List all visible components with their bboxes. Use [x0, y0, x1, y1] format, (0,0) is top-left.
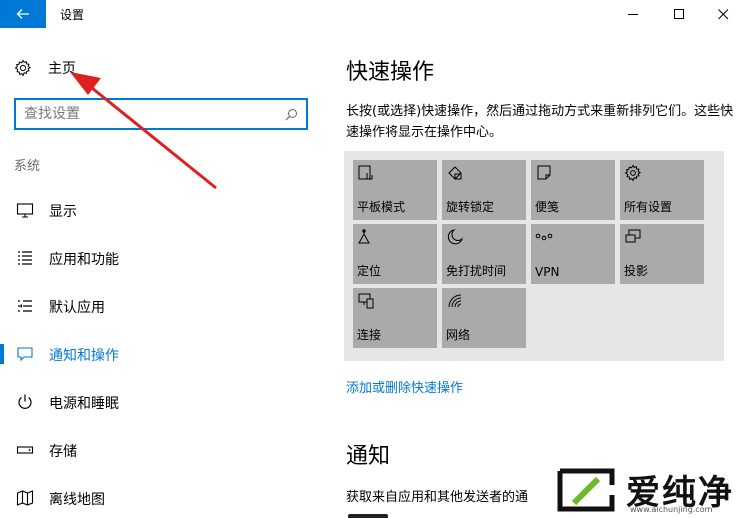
connect-icon [358, 293, 374, 309]
network-icon [448, 294, 462, 308]
sidebar-item-label: 存储 [49, 444, 77, 460]
close-button[interactable] [700, 0, 746, 28]
notification-icon [17, 347, 33, 362]
sidebar-item-display[interactable]: 显示 [0, 190, 330, 230]
tile-quiet-hours[interactable]: 免打扰时间 [442, 224, 526, 284]
tile-label: 平板模式 [357, 200, 406, 214]
main-content: 快速操作 长按(或选择)快速操作，然后通过拖动方式来重新排列它们。这些快速操作将… [330, 28, 746, 518]
sidebar-item-default-apps[interactable]: 默认应用 [0, 286, 330, 326]
minimize-icon [627, 13, 638, 15]
add-remove-quick-actions-link[interactable]: 添加或删除快速操作 [346, 377, 463, 396]
tile-label: VPN [535, 265, 560, 279]
tile-label: 旋转锁定 [446, 200, 495, 214]
watermark-url: www.aichunjing.com [630, 505, 713, 514]
window-title: 设置 [60, 8, 85, 22]
quick-actions-description: 长按(或选择)快速操作，然后通过拖动方式来重新排列它们。这些快速操作将显示在操作… [346, 104, 734, 140]
home-link[interactable]: 主页 [14, 56, 76, 80]
minimize-button[interactable] [610, 0, 656, 28]
tile-tablet-mode[interactable]: 平板模式 [353, 160, 437, 220]
notifications-toggle[interactable] [348, 514, 388, 518]
quick-actions-panel: 平板模式 旋转锁定 便笺 所有设置 定位 免打扰时间 VPN 投影 连接 网络 [344, 151, 724, 361]
title-bar: 设置 [0, 0, 746, 28]
rotation-lock-icon [448, 166, 462, 180]
watermark-logo [557, 468, 615, 512]
sidebar-item-notifications-actions[interactable]: 通知和操作 [0, 334, 330, 374]
sidebar-item-label: 电源和睡眠 [49, 396, 119, 412]
tablet-mode-icon [358, 165, 373, 180]
tile-project[interactable]: 投影 [620, 224, 704, 284]
page-title: 快速操作 [346, 60, 435, 85]
moon-icon [447, 229, 464, 245]
maximize-icon [673, 8, 684, 19]
sidebar: 主页 系统 显示 应用和功能 默认应用 通知和操作 [0, 28, 330, 518]
close-icon [717, 8, 728, 19]
apps-list-icon [18, 251, 32, 265]
tile-vpn[interactable]: VPN [531, 224, 615, 284]
note-icon [537, 165, 551, 180]
sidebar-item-apps-features[interactable]: 应用和功能 [0, 238, 330, 278]
maximize-button[interactable] [656, 0, 702, 28]
sidebar-item-power-sleep[interactable]: 电源和睡眠 [0, 382, 330, 422]
sidebar-item-label: 通知和操作 [49, 348, 119, 364]
tile-label: 便笺 [535, 200, 560, 214]
tile-label: 投影 [624, 264, 649, 278]
notifications-heading: 通知 [346, 444, 391, 469]
active-indicator [0, 344, 4, 364]
default-apps-icon [18, 300, 32, 312]
sidebar-item-label: 离线地图 [49, 492, 105, 508]
back-arrow-icon [16, 9, 29, 19]
tile-location[interactable]: 定位 [353, 224, 437, 284]
sidebar-item-label: 默认应用 [49, 300, 105, 316]
tile-all-settings[interactable]: 所有设置 [620, 160, 704, 220]
tile-connect[interactable]: 连接 [353, 288, 437, 348]
sidebar-item-offline-maps[interactable]: 离线地图 [0, 478, 330, 518]
power-icon [18, 394, 32, 409]
location-icon [358, 229, 370, 244]
tile-label: 定位 [357, 264, 382, 278]
tile-note[interactable]: 便笺 [531, 160, 615, 220]
tile-label: 连接 [357, 328, 382, 342]
tile-label: 网络 [446, 328, 471, 342]
notifications-setting-label: 获取来自应用和其他发送者的通 [346, 490, 529, 505]
settings-gear-icon [624, 164, 642, 182]
search-icon[interactable] [285, 108, 298, 121]
search-input[interactable] [24, 105, 274, 123]
search-box[interactable] [14, 98, 308, 130]
back-button[interactable] [0, 0, 46, 28]
vpn-icon [535, 233, 553, 241]
tile-label: 所有设置 [624, 200, 673, 214]
group-label-system: 系统 [14, 159, 41, 174]
tile-network[interactable]: 网络 [442, 288, 526, 348]
gear-icon [14, 59, 32, 77]
sidebar-item-label: 显示 [49, 204, 77, 220]
storage-icon [16, 446, 34, 454]
project-icon [625, 229, 641, 243]
tile-rotation-lock[interactable]: 旋转锁定 [442, 160, 526, 220]
display-icon [16, 203, 34, 218]
tile-label: 免打扰时间 [446, 264, 507, 278]
watermark: 爱纯净 www.aichunjing.com [548, 463, 746, 518]
home-label: 主页 [48, 61, 76, 77]
sidebar-item-storage[interactable]: 存储 [0, 430, 330, 470]
sidebar-item-label: 应用和功能 [49, 252, 119, 268]
offline-map-icon [16, 490, 34, 506]
